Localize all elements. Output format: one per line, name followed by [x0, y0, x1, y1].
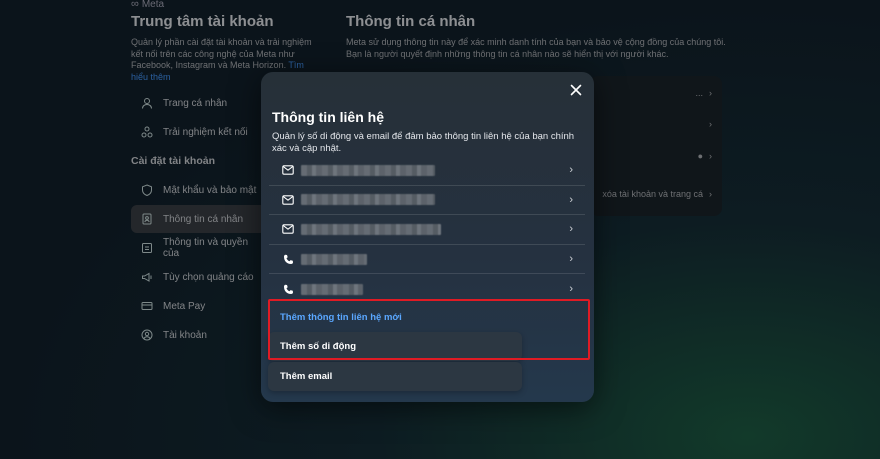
contact-row-phone[interactable]: ›: [269, 274, 585, 304]
add-contact-menu: Thêm thông tin liên hệ mới Thêm số di độ…: [268, 303, 522, 392]
profile-icon: [141, 97, 153, 109]
redacted-phone: [301, 253, 367, 265]
brand: ∞ Meta: [131, 0, 164, 10]
phone-icon: [281, 254, 295, 265]
nav-item-password-security[interactable]: Mật khẩu và bảo mật: [131, 178, 266, 202]
chevron-right-icon: ›: [709, 151, 712, 161]
nav-label: Thông tin cá nhân: [163, 213, 244, 225]
mail-icon: [281, 195, 295, 205]
mail-icon: [281, 165, 295, 176]
add-new-contact-button[interactable]: Thêm thông tin liên hệ mới: [268, 303, 522, 332]
mail-icon: [281, 224, 295, 235]
chevron-right-icon: ›: [709, 88, 712, 98]
facebook-icon: ●: [697, 151, 703, 161]
contact-row-phone[interactable]: ›: [269, 245, 585, 275]
redacted-email: [301, 194, 435, 206]
nav-item-personal-info[interactable]: Thông tin cá nhân: [131, 205, 266, 233]
card-row[interactable]: ... ›: [695, 88, 712, 98]
megaphone-icon: [141, 271, 153, 283]
close-button[interactable]: [566, 80, 586, 100]
card-icon: [141, 300, 153, 312]
nav-item-accounts[interactable]: Tài khoản: [131, 323, 266, 347]
personal-info-card: ... › › ● › xóa tài khoản và trang cá ›: [590, 76, 722, 216]
nav-label: Mật khẩu và bảo mật: [163, 184, 257, 196]
info-icon: [141, 242, 153, 254]
id-card-icon: [141, 213, 153, 225]
section-label-account-settings: Cài đặt tài khoản: [131, 155, 216, 167]
card-row[interactable]: xóa tài khoản và trang cá ›: [602, 189, 712, 199]
right-description: Meta sử dụng thông tin này để xác minh d…: [346, 37, 726, 59]
redacted-phone: [301, 283, 363, 295]
right-title: Thông tin cá nhân: [346, 13, 476, 30]
phone-icon: [281, 284, 295, 295]
nav-item-profile[interactable]: Trang cá nhân: [131, 91, 266, 115]
redacted-email: [301, 164, 435, 176]
contact-row-email[interactable]: ›: [269, 215, 585, 245]
account-icon: [141, 329, 153, 341]
nav-label: Trang cá nhân: [163, 97, 228, 109]
chevron-right-icon: ›: [569, 193, 573, 206]
nav-item-ad-preferences[interactable]: Tùy chọn quảng cáo: [131, 265, 266, 289]
card-row-text: xóa tài khoản và trang cá: [602, 189, 703, 199]
nav-item-connected-experiences[interactable]: Trải nghiệm kết nối: [131, 120, 266, 144]
left-description-text: Quản lý phần cài đặt tài khoản và trải n…: [131, 37, 312, 70]
nav-item-meta-pay[interactable]: Meta Pay: [131, 294, 266, 318]
dialog-title: Thông tin liên hệ: [272, 109, 384, 125]
add-mobile-option[interactable]: Thêm số di động: [268, 332, 522, 361]
chevron-right-icon: ›: [569, 223, 573, 236]
add-email-option[interactable]: Thêm email: [268, 362, 522, 391]
dialog-description: Quản lý số di động và email để đảm bảo t…: [272, 131, 575, 154]
contact-row-email[interactable]: ›: [269, 156, 585, 186]
nav-label: Meta Pay: [163, 300, 206, 312]
brand-name: Meta: [141, 0, 165, 10]
contact-info-dialog: Thông tin liên hệ Quản lý số di động và …: [261, 72, 594, 402]
redacted-email: [301, 223, 441, 235]
meta-logo-icon: ∞: [131, 0, 139, 10]
card-row-text: ...: [695, 88, 703, 98]
chevron-right-icon: ›: [709, 189, 712, 199]
contact-row-email[interactable]: ›: [269, 186, 585, 216]
card-row[interactable]: ›: [709, 119, 712, 129]
nav-label: Tùy chọn quảng cáo: [163, 271, 254, 283]
nav-label: Tài khoản: [163, 329, 207, 341]
chevron-right-icon: ›: [569, 253, 573, 266]
chevron-right-icon: ›: [709, 119, 712, 129]
shield-icon: [141, 184, 153, 196]
left-title: Trung tâm tài khoản: [131, 13, 274, 30]
chevron-right-icon: ›: [569, 283, 573, 296]
card-row[interactable]: ● ›: [698, 151, 712, 161]
contact-list: › › › › ›: [269, 156, 585, 304]
nav-label: Thông tin và quyền của: [163, 237, 249, 259]
connected-icon: [141, 126, 153, 138]
chevron-right-icon: ›: [569, 164, 573, 177]
close-icon: [570, 84, 582, 96]
nav-label: Trải nghiệm kết nối: [163, 126, 248, 138]
nav-item-info-permissions[interactable]: Thông tin và quyền của: [131, 236, 266, 260]
